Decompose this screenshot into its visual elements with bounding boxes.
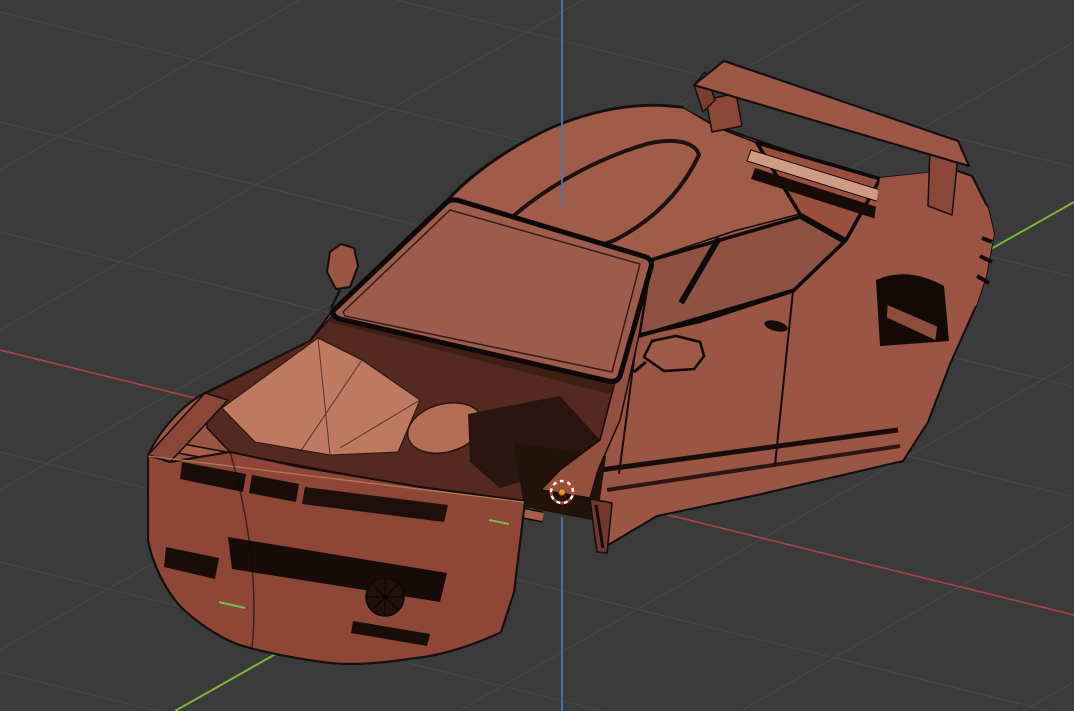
viewport-3d[interactable] — [0, 0, 1074, 711]
viewport-3d-container — [0, 0, 1074, 711]
object-origin-dot — [558, 488, 566, 496]
